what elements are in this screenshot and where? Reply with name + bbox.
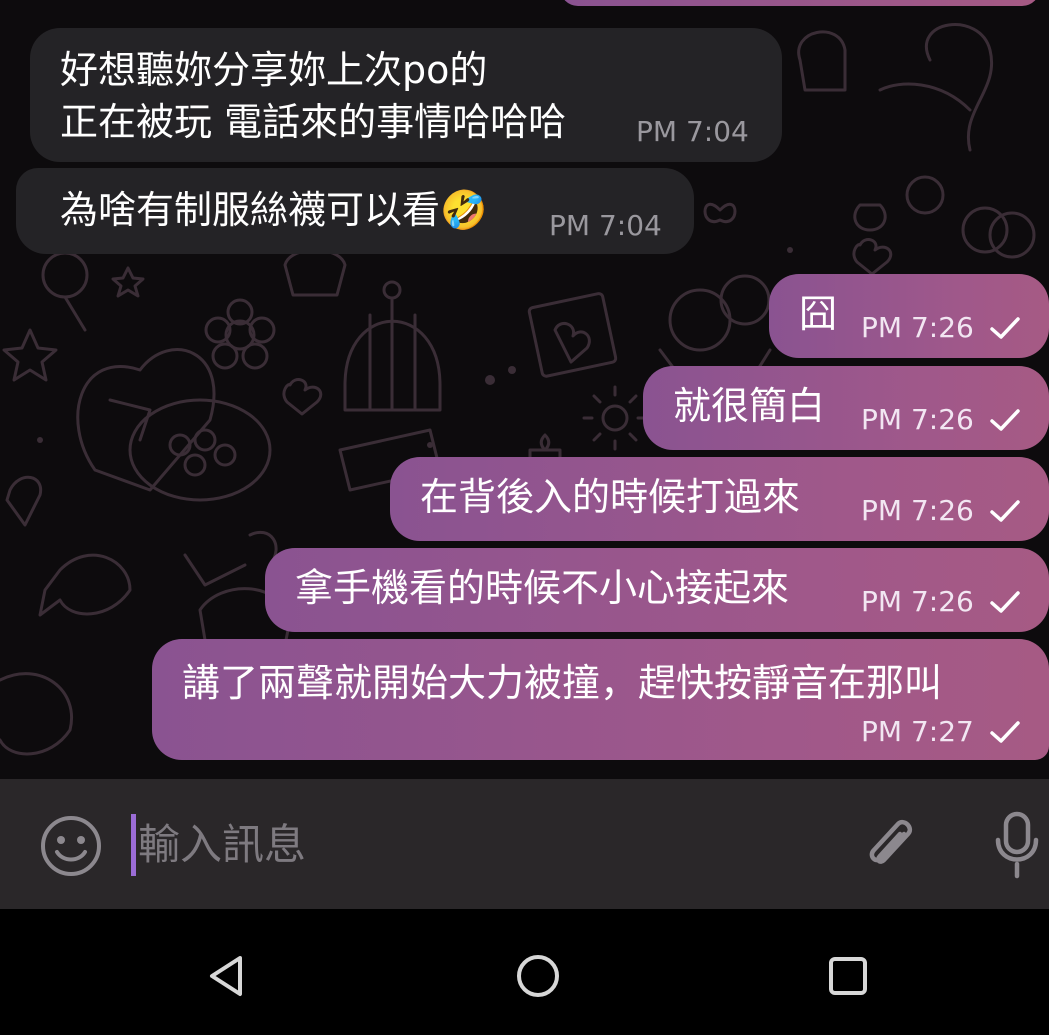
outgoing-message[interactable]: 拿手機看的時候不小心接起來 PM 7:26	[265, 548, 1049, 632]
back-triangle-icon[interactable]	[204, 954, 248, 998]
message-text: 就很簡白	[673, 384, 826, 428]
paperclip-icon[interactable]	[860, 814, 924, 878]
message-meta: PM 7:26	[861, 404, 1020, 436]
message-text: 拿手機看的時候不小心接起來	[295, 566, 790, 610]
message-text: 正在被玩 電話來的事情哈哈哈	[60, 100, 567, 144]
message-text: 囧	[799, 292, 838, 336]
previous-message-bubble	[560, 0, 1040, 6]
message-time: PM 7:04	[636, 115, 749, 148]
message-text: 講了兩聲就開始大力被撞，趕快按靜音在那叫	[182, 661, 943, 705]
message-text: 為啥有制服絲襪可以看🤣	[60, 188, 488, 232]
outgoing-message[interactable]: 就很簡白 PM 7:26	[643, 366, 1049, 450]
checkmark-icon	[990, 721, 1020, 743]
message-time: PM 7:26	[861, 494, 974, 527]
chat-area[interactable]: 好想聽妳分享妳上次po的 正在被玩 電話來的事情哈哈哈 PM 7:04 為啥有制…	[0, 0, 1049, 779]
emoji-icon[interactable]	[39, 814, 103, 878]
checkmark-icon	[990, 591, 1020, 613]
message-input[interactable]: 輸入訊息	[138, 812, 306, 878]
message-meta: PM 7:27	[861, 716, 1020, 748]
home-circle-icon[interactable]	[514, 952, 562, 1000]
incoming-message[interactable]: 為啥有制服絲襪可以看🤣 PM 7:04	[16, 168, 694, 254]
message-text: 好想聽妳分享妳上次po的	[60, 48, 488, 92]
recents-square-icon[interactable]	[826, 954, 870, 998]
outgoing-message[interactable]: 在背後入的時候打過來 PM 7:26	[390, 457, 1049, 541]
microphone-icon[interactable]	[992, 810, 1042, 880]
checkmark-icon	[990, 409, 1020, 431]
message-time: PM 7:26	[861, 311, 974, 344]
message-meta: PM 7:26	[861, 586, 1020, 618]
message-time: PM 7:26	[861, 403, 974, 436]
message-text: 在背後入的時候打過來	[420, 475, 801, 519]
message-time: PM 7:27	[861, 715, 974, 748]
checkmark-icon	[990, 500, 1020, 522]
message-meta: PM 7:26	[861, 312, 1020, 344]
outgoing-message[interactable]: 講了兩聲就開始大力被撞，趕快按靜音在那叫 PM 7:27	[152, 639, 1049, 760]
message-time: PM 7:04	[549, 209, 662, 242]
text-cursor	[131, 814, 136, 876]
incoming-message[interactable]: 好想聽妳分享妳上次po的 正在被玩 電話來的事情哈哈哈 PM 7:04	[30, 28, 782, 162]
outgoing-message[interactable]: 囧 PM 7:26	[769, 274, 1049, 358]
checkmark-icon	[990, 317, 1020, 339]
message-time: PM 7:26	[861, 585, 974, 618]
message-meta: PM 7:26	[861, 495, 1020, 527]
